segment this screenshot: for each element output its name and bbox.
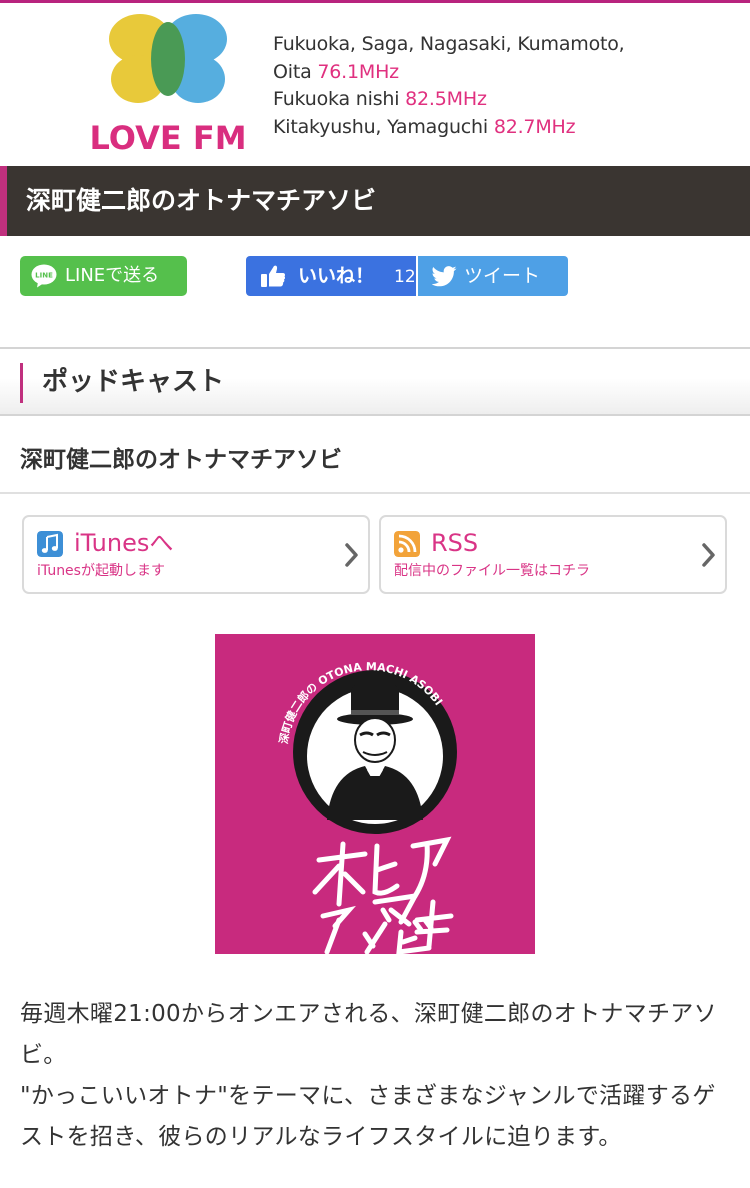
program-title-bar: 深町健二郎のオトナマチアソビ xyxy=(0,166,750,236)
section-divider-bottom xyxy=(0,414,750,416)
site-header: LOVE FM Fukuoka, Saga, Nagasaki, Kumamot… xyxy=(0,3,750,165)
line-icon: LINE xyxy=(31,264,57,288)
music-note-icon xyxy=(37,531,63,557)
program-description: 毎週木曜21:00からオンエアされる、深町健二郎のオトナマチアソビ。 "かっこい… xyxy=(20,994,732,1158)
thumbs-up-icon xyxy=(261,265,286,287)
tweet-button[interactable]: ツイート xyxy=(418,256,568,296)
section-accent-bar xyxy=(20,363,23,403)
svg-text:LINE: LINE xyxy=(35,272,53,280)
podcast-cover-art: 深町健二郎の OTONA MACHI ASOBI xyxy=(215,634,535,954)
facebook-like-button[interactable]: いいね！ 12 xyxy=(246,256,416,296)
love-fm-logo[interactable]: LOVE FM xyxy=(80,11,256,161)
program-divider xyxy=(0,492,750,494)
page-title: 深町健二郎のオトナマチアソビ xyxy=(26,186,377,215)
line-share-label: LINEで送る xyxy=(65,265,160,286)
butterfly-icon xyxy=(109,14,227,103)
itunes-link-card[interactable]: iTunesへ iTunesが起動します xyxy=(22,515,370,594)
freq-line-4: Kitakyushu, Yamaguchi 82.7MHz xyxy=(273,115,576,138)
cover-title-lettering xyxy=(312,836,454,954)
freq-value: 82.7MHz xyxy=(493,115,576,138)
itunes-title: iTunesへ xyxy=(74,529,174,557)
title-accent xyxy=(0,166,7,236)
logo-wordmark: LOVE FM xyxy=(89,119,246,157)
line-share-button[interactable]: LINE LINEで送る xyxy=(20,256,187,296)
like-count: 12 xyxy=(394,267,416,287)
freq-value: 76.1MHz xyxy=(317,60,399,83)
twitter-bird-icon xyxy=(432,266,457,287)
tweet-label: ツイート xyxy=(464,265,541,287)
rss-title: RSS xyxy=(431,529,479,557)
freq-line-2: Oita 76.1MHz xyxy=(273,60,399,83)
freq-value: 82.5MHz xyxy=(405,88,487,110)
cover-illustration: 深町健二郎の OTONA MACHI ASOBI xyxy=(276,660,457,954)
description-line-2: "かっこいいオトナ"をテーマに、さまざまなジャンルで活躍するゲストを招き、彼らの… xyxy=(20,1083,716,1150)
itunes-subtitle: iTunesが起動します xyxy=(37,563,165,579)
description-line-1: 毎週木曜21:00からオンエアされる、深町健二郎のオトナマチアソビ。 xyxy=(20,1001,717,1068)
rss-icon xyxy=(394,531,420,557)
freq-line-3: Fukuoka nishi 82.5MHz xyxy=(273,88,487,110)
rss-link-card[interactable]: RSS 配信中のファイル一覧はコチラ xyxy=(379,515,727,594)
freq-line-1: Fukuoka, Saga, Nagasaki, Kumamoto, xyxy=(273,33,625,55)
podcast-section-header: ポッドキャスト xyxy=(0,349,750,414)
like-label: いいね！ xyxy=(298,265,375,287)
section-title: ポッドキャスト xyxy=(42,367,225,397)
frequency-list: Fukuoka, Saga, Nagasaki, Kumamoto, Oita … xyxy=(273,31,625,141)
rss-subtitle: 配信中のファイル一覧はコチラ xyxy=(394,563,590,579)
chevron-right-icon xyxy=(702,543,715,567)
program-title: 深町健二郎のオトナマチアソビ xyxy=(20,447,342,473)
chevron-right-icon xyxy=(345,543,358,567)
